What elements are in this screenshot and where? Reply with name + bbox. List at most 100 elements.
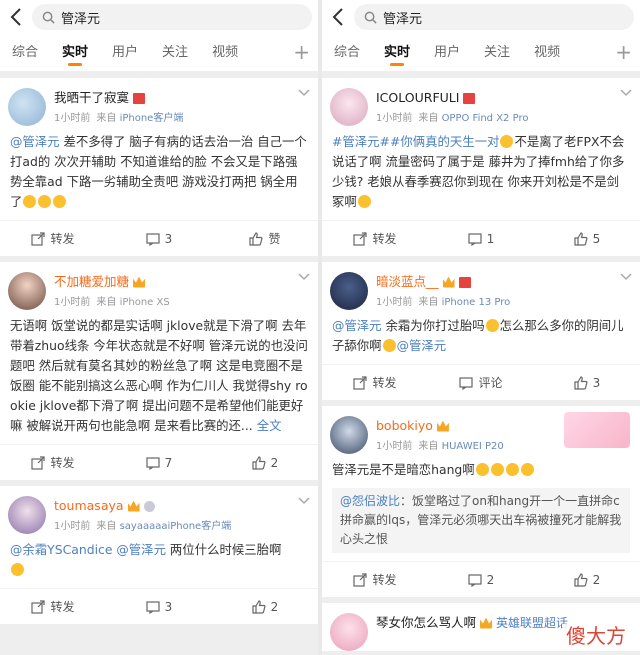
post-body-text: 两位什么时候三胎啊 bbox=[165, 542, 282, 557]
add-tab-icon[interactable]: + bbox=[615, 42, 632, 62]
username[interactable]: 不加糖爱加糖 bbox=[54, 274, 170, 290]
comment-button[interactable]: 2 bbox=[428, 573, 534, 587]
like-button[interactable]: 5 bbox=[534, 232, 640, 246]
tab-users[interactable]: 用户 bbox=[422, 34, 472, 72]
quoted-comment[interactable]: @怨侣波比：饭堂略过了on和hang开一个一直拼命c拼命赢的lqs，管泽元必须哪… bbox=[332, 488, 630, 553]
like-button[interactable]: 3 bbox=[534, 376, 640, 390]
chevron-down-icon[interactable] bbox=[620, 88, 632, 98]
avatar[interactable] bbox=[8, 496, 46, 534]
avatar[interactable] bbox=[330, 88, 368, 126]
username[interactable]: 琴女你怎么骂人啊 英雄联盟超话 bbox=[376, 615, 568, 631]
repost-icon bbox=[353, 231, 368, 246]
top-bar: 管泽元 bbox=[322, 0, 640, 34]
username[interactable]: 我晒干了寂寞 bbox=[54, 90, 183, 106]
super-topic-link[interactable]: 英雄联盟超话 bbox=[496, 615, 568, 631]
back-button[interactable] bbox=[6, 7, 26, 27]
comment-button[interactable]: 3 bbox=[106, 600, 212, 614]
vip-badge-icon bbox=[143, 500, 155, 512]
repost-button[interactable]: 转发 bbox=[0, 230, 106, 247]
tab-users[interactable]: 用户 bbox=[100, 34, 150, 72]
device-source: sayaaaaaiPhone客户端 bbox=[119, 521, 232, 532]
mention-link[interactable]: @管泽元 bbox=[332, 318, 382, 333]
left-screenshot: 管泽元 综合 实时 用户 关注 视频 + 我晒干了寂寞 1小时前 来自 iPhon… bbox=[0, 0, 318, 655]
search-input[interactable]: 管泽元 bbox=[32, 4, 312, 30]
post-time: 1小时前 bbox=[54, 521, 91, 532]
chevron-down-icon[interactable] bbox=[298, 88, 310, 98]
username-text: 暗淡蓝点__ bbox=[376, 274, 439, 289]
post-time: 1小时前 bbox=[54, 297, 91, 308]
comment-button[interactable]: 3 bbox=[106, 232, 212, 246]
username[interactable]: bobokiyo bbox=[376, 418, 504, 434]
comment-count: 1 bbox=[486, 231, 495, 246]
emoji-icon bbox=[382, 339, 396, 352]
post-time: 1小时前 bbox=[54, 113, 91, 124]
like-button[interactable]: 2 bbox=[212, 456, 318, 470]
tab-following[interactable]: 关注 bbox=[150, 34, 200, 72]
read-more-link[interactable]: 全文 bbox=[257, 418, 282, 433]
post-card: bobokiyo 1小时前 来自 HUAWEI P20 管泽元是不是暗恋hang啊… bbox=[322, 406, 640, 597]
tab-realtime[interactable]: 实时 bbox=[372, 34, 422, 72]
repost-button[interactable]: 转发 bbox=[322, 374, 428, 391]
back-button[interactable] bbox=[328, 7, 348, 27]
tab-realtime[interactable]: 实时 bbox=[50, 34, 100, 72]
username[interactable]: ICOLOURFULI bbox=[376, 90, 528, 106]
like-count: 2 bbox=[270, 599, 279, 614]
mention-link[interactable]: @管泽元 bbox=[10, 134, 60, 149]
username-text: toumasaya bbox=[54, 498, 124, 513]
emoji-icon bbox=[475, 463, 489, 476]
chevron-down-icon[interactable] bbox=[298, 496, 310, 506]
post-actions: 转发 3 赞 bbox=[0, 220, 318, 256]
username-text: ICOLOURFULI bbox=[376, 90, 460, 105]
emoji-icon bbox=[23, 195, 37, 208]
tab-following[interactable]: 关注 bbox=[472, 34, 522, 72]
repost-icon bbox=[31, 231, 46, 246]
mention-link[interactable]: @管泽元 bbox=[397, 338, 447, 353]
like-count: 2 bbox=[592, 572, 601, 587]
comment-button[interactable]: 1 bbox=[428, 232, 534, 246]
mention-link[interactable]: @怨侣波比 bbox=[340, 494, 400, 508]
avatar[interactable] bbox=[330, 613, 368, 651]
back-arrow-icon bbox=[332, 8, 343, 26]
comment-button[interactable]: 评论 bbox=[428, 374, 534, 391]
avatar[interactable] bbox=[330, 272, 368, 310]
tab-comprehensive[interactable]: 综合 bbox=[0, 34, 50, 72]
post-card: 不加糖爱加糖 1小时前 来自 iPhone XS 无语啊 饭堂说的都是实话啊 jk… bbox=[0, 262, 318, 480]
topic-link[interactable]: #管泽元# bbox=[332, 134, 390, 149]
comment-icon bbox=[459, 376, 474, 390]
username[interactable]: toumasaya bbox=[54, 498, 231, 514]
post-text: 无语啊 饭堂说的都是实话啊 jklove就是下滑了啊 去年带着zhuo线条 今年… bbox=[0, 310, 318, 444]
chevron-down-icon[interactable] bbox=[620, 272, 632, 282]
repost-button[interactable]: 转发 bbox=[0, 454, 106, 471]
tab-video[interactable]: 视频 bbox=[200, 34, 250, 72]
like-button[interactable]: 赞 bbox=[212, 230, 318, 247]
crown-badge-icon bbox=[480, 617, 493, 629]
comment-button[interactable]: 7 bbox=[106, 456, 212, 470]
tab-comprehensive[interactable]: 综合 bbox=[322, 34, 372, 72]
repost-button[interactable]: 转发 bbox=[0, 598, 106, 615]
like-button[interactable]: 2 bbox=[534, 573, 640, 587]
like-button[interactable]: 2 bbox=[212, 600, 318, 614]
chevron-down-icon[interactable] bbox=[298, 272, 310, 282]
crown-badge-icon bbox=[442, 276, 455, 288]
add-tab-icon[interactable]: + bbox=[293, 42, 310, 62]
username[interactable]: 暗淡蓝点__ bbox=[376, 274, 510, 290]
avatar[interactable] bbox=[330, 416, 368, 454]
repost-button[interactable]: 转发 bbox=[322, 230, 428, 247]
post-actions: 转发 评论 3 bbox=[322, 364, 640, 400]
source-prefix: 来自 bbox=[418, 297, 439, 308]
topic-link[interactable]: #你俩真的天生一对 bbox=[390, 134, 500, 149]
search-query: 管泽元 bbox=[61, 11, 101, 27]
mention-link[interactable]: @管泽元 bbox=[116, 542, 166, 557]
avatar[interactable] bbox=[8, 272, 46, 310]
search-input[interactable]: 管泽元 bbox=[354, 4, 634, 30]
right-screenshot: 管泽元 综合 实时 用户 关注 视频 + ICOLOURFULI 1小时前 来自 … bbox=[322, 0, 640, 655]
post-actions: 转发 3 2 bbox=[0, 588, 318, 624]
source-prefix: 来自 bbox=[96, 113, 117, 124]
avatar[interactable] bbox=[8, 88, 46, 126]
mention-link[interactable]: @余霜YSCandice bbox=[10, 542, 112, 557]
repost-icon bbox=[353, 375, 368, 390]
post-text: @管泽元 余霜为你打过胎吗 怎么那么多你的阴间儿子舔你啊 @管泽元 bbox=[322, 310, 640, 364]
emoji-icon bbox=[520, 463, 534, 476]
tab-video[interactable]: 视频 bbox=[522, 34, 572, 72]
repost-button[interactable]: 转发 bbox=[322, 571, 428, 588]
